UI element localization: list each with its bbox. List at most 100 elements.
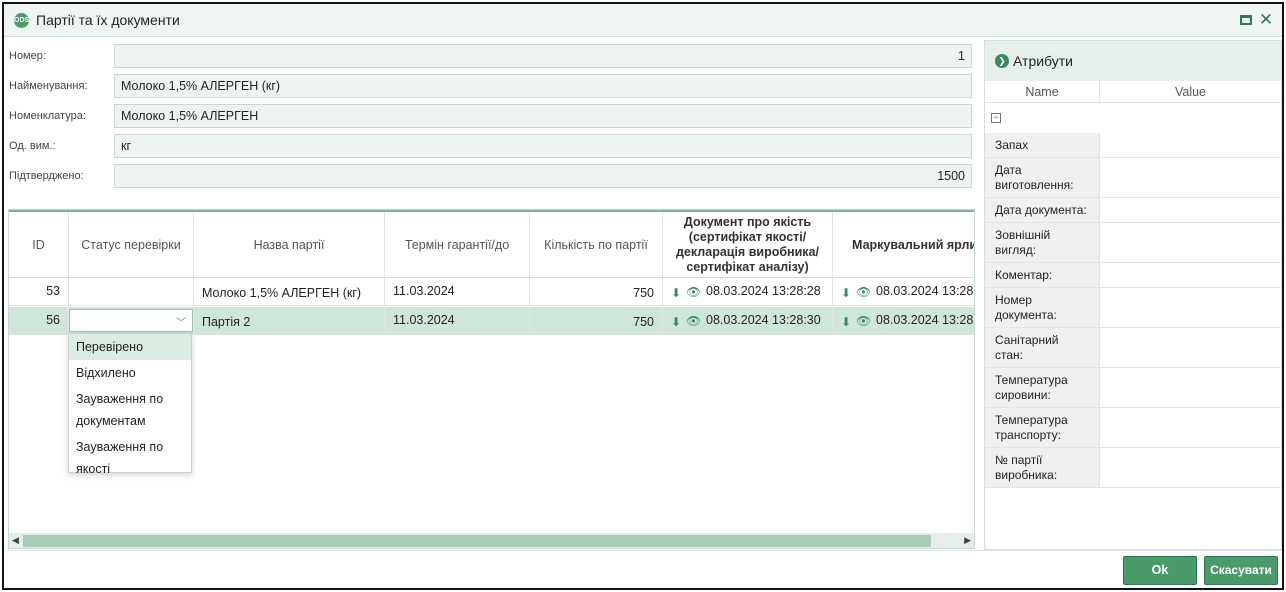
attribute-value[interactable] <box>1101 198 1281 222</box>
confirmed-field[interactable]: 1500 <box>114 164 972 188</box>
grid-header: ID Статус перевірки Назва партії Термін … <box>9 210 974 278</box>
option-rejected[interactable]: Відхилено <box>69 360 191 386</box>
col-id[interactable]: ID <box>9 212 69 278</box>
dialog-window: ODS Партії та їх документи ✕ Номер: 1 На… <box>2 2 1284 590</box>
col-qty[interactable]: Кількість по партії <box>530 212 663 278</box>
horizontal-scrollbar[interactable]: ◀ ▶ <box>9 533 974 548</box>
label-date: 08.03.2024 13:28 <box>876 284 974 298</box>
number-field[interactable]: 1 <box>114 44 972 68</box>
attribute-row[interactable]: Зовнішній вигляд: <box>985 223 1281 263</box>
attribute-value[interactable] <box>1101 223 1281 262</box>
attribute-value[interactable] <box>1101 158 1281 197</box>
attribute-row[interactable]: № партії виробника: <box>985 448 1281 488</box>
close-icon[interactable]: ✕ <box>1257 11 1275 29</box>
attribute-row[interactable]: Санітарний стан: <box>985 328 1281 368</box>
col-name[interactable]: Назва партії <box>194 212 385 278</box>
eye-icon[interactable]: 👁 <box>686 285 701 299</box>
col-attr-name[interactable]: Name <box>985 81 1100 103</box>
col-term[interactable]: Термін гарантії/до <box>385 212 530 278</box>
row-term: 11.03.2024 <box>385 278 530 306</box>
option-doc-remarks[interactable]: Зауваження по документам <box>69 386 191 434</box>
col-marking-label[interactable]: Маркувальний ярли <box>833 212 974 278</box>
download-icon[interactable]: ⬇ <box>671 286 683 300</box>
download-icon[interactable]: ⬇ <box>841 315 853 329</box>
row-name: Партія 2 <box>194 307 385 335</box>
row-marking-label: ⬇ 👁 08.03.2024 13:28 <box>833 307 974 335</box>
window-title: Партії та їх документи <box>36 12 180 28</box>
number-label: Номер: <box>9 50 46 62</box>
row-quality-doc: ⬇ 👁 08.03.2024 13:28:28 <box>663 278 833 306</box>
attribute-key: Зовнішній вигляд: <box>985 223 1100 262</box>
attribute-value[interactable] <box>1101 263 1281 287</box>
dialog-footer: Ok Скасувати <box>4 550 1282 588</box>
attribute-value[interactable] <box>1101 408 1281 447</box>
scrollbar-thumb[interactable] <box>23 535 931 547</box>
doc-date: 08.03.2024 13:28:28 <box>706 284 821 298</box>
row-id: 56 <box>9 307 69 335</box>
cancel-button[interactable]: Скасувати <box>1204 556 1278 585</box>
name-field[interactable]: Молоко 1,5% АЛЕРГЕН (кг) <box>114 74 972 98</box>
attribute-value[interactable] <box>1101 288 1281 327</box>
eye-icon[interactable]: 👁 <box>856 314 871 328</box>
attribute-key: Температура сировини: <box>985 368 1100 407</box>
row-id: 53 <box>9 278 69 306</box>
row-status[interactable]: ﹀ <box>69 307 194 335</box>
attribute-key: Запах <box>985 133 1100 157</box>
attribute-row[interactable]: Запах <box>985 133 1281 158</box>
attribute-value[interactable] <box>1101 133 1281 157</box>
download-icon[interactable]: ⬇ <box>841 286 853 300</box>
nomenclature-field[interactable]: Молоко 1,5% АЛЕРГЕН <box>114 104 972 128</box>
ok-button[interactable]: Ok <box>1123 556 1197 585</box>
doc-date: 08.03.2024 13:28:30 <box>706 313 821 327</box>
attribute-key: Коментар: <box>985 263 1100 287</box>
attribute-key: Температура транспорту: <box>985 408 1100 447</box>
attribute-row[interactable]: Температура сировини: <box>985 368 1281 408</box>
col-quality-doc[interactable]: Документ про якість (сертифікат якості/ … <box>663 212 833 278</box>
attribute-key: Дата виготовлення: <box>985 158 1100 197</box>
attribute-row[interactable]: Коментар: <box>985 263 1281 288</box>
attribute-key: Номер документа: <box>985 288 1100 327</box>
table-row[interactable]: 53 Молоко 1,5% АЛЕРГЕН (кг) 11.03.2024 7… <box>9 278 974 306</box>
eye-icon[interactable]: 👁 <box>686 314 701 328</box>
col-status[interactable]: Статус перевірки <box>69 212 194 278</box>
attribute-value[interactable] <box>1101 448 1281 487</box>
row-term: 11.03.2024 <box>385 307 530 335</box>
confirmed-label: Підтверджено: <box>9 170 84 182</box>
attribute-row[interactable]: Дата документа: <box>985 198 1281 223</box>
scroll-left-icon[interactable]: ◀ <box>12 535 19 546</box>
attributes-title: Атрибути <box>1013 53 1073 69</box>
eye-icon[interactable]: 👁 <box>856 285 871 299</box>
attribute-key: № партії виробника: <box>985 448 1100 487</box>
collapse-icon[interactable]: − <box>991 113 1001 123</box>
row-qty: 750 <box>530 307 663 335</box>
row-qty: 750 <box>530 278 663 306</box>
nomenclature-label: Номенклатура: <box>9 110 86 122</box>
scroll-right-icon[interactable]: ▶ <box>964 535 971 546</box>
attribute-key: Дата документа: <box>985 198 1100 222</box>
attribute-row[interactable]: Дата виготовлення: <box>985 158 1281 198</box>
app-logo-icon: ODS <box>14 13 29 28</box>
attribute-value[interactable] <box>1101 328 1281 367</box>
row-quality-doc: ⬇ 👁 08.03.2024 13:28:30 <box>663 307 833 335</box>
option-quality-remarks[interactable]: Зауваження по якості <box>69 434 191 482</box>
attribute-row[interactable]: Номер документа: <box>985 288 1281 328</box>
row-status[interactable] <box>69 278 194 306</box>
attributes-columns: Name Value <box>985 81 1281 103</box>
row-marking-label: ⬇ 👁 08.03.2024 13:28 <box>833 278 974 306</box>
unit-field[interactable]: кг <box>114 134 972 158</box>
label-date: 08.03.2024 13:28 <box>876 313 974 327</box>
unit-label: Од. вим.: <box>9 140 56 152</box>
col-attr-value[interactable]: Value <box>1100 81 1281 103</box>
attribute-value[interactable] <box>1101 368 1281 407</box>
option-checked[interactable]: Перевірено <box>69 334 191 360</box>
download-icon[interactable]: ⬇ <box>671 315 683 329</box>
status-select[interactable]: ﹀ <box>69 309 193 332</box>
attribute-row[interactable]: Температура транспорту: <box>985 408 1281 448</box>
attributes-header: ❯ Атрибути <box>985 41 1281 81</box>
maximize-icon[interactable] <box>1237 11 1255 29</box>
name-label: Найменування: <box>9 80 88 92</box>
table-row[interactable]: 56 ﹀ Партія 2 11.03.2024 750 ⬇ 👁 08.03.202… <box>9 307 974 335</box>
chevron-right-icon[interactable]: ❯ <box>995 54 1009 68</box>
attributes-panel: ❯ Атрибути Name Value − Запах Дата вигот… <box>984 40 1282 550</box>
chevron-down-icon[interactable]: ﹀ <box>176 314 186 329</box>
